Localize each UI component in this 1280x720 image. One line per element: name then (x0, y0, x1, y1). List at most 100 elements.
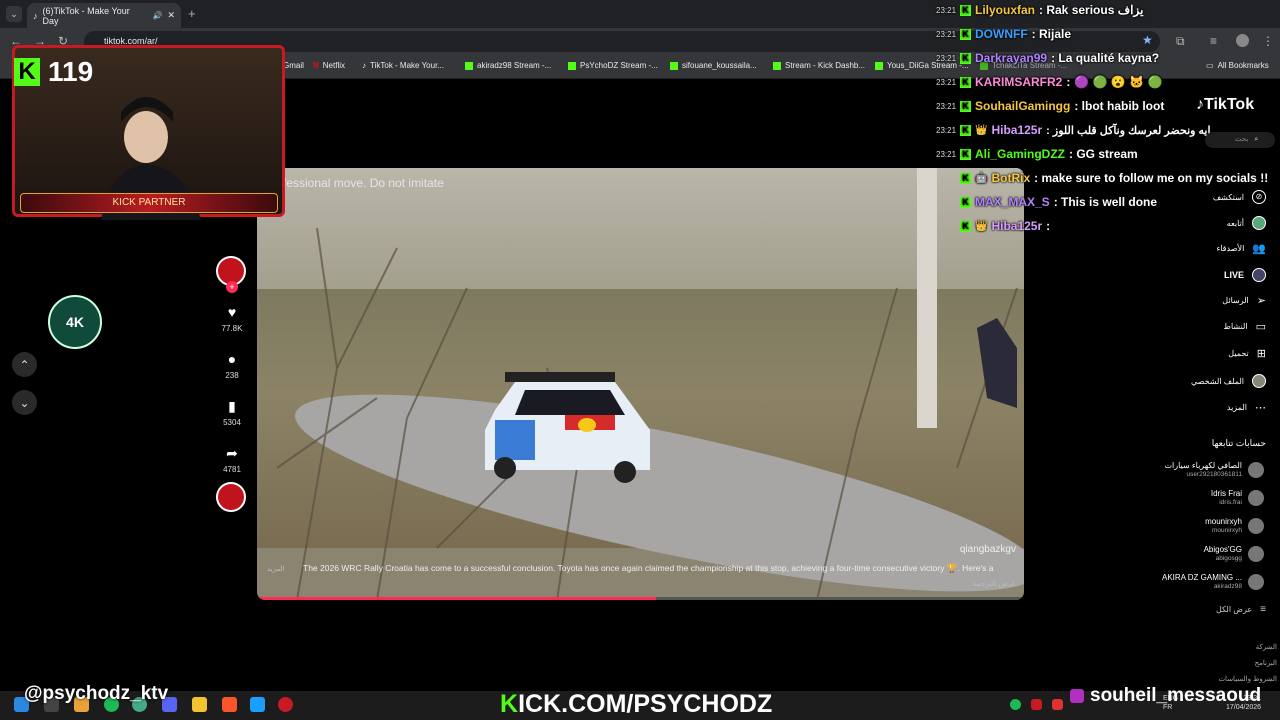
kick-badge-icon: K (960, 76, 971, 88)
chat-text: : Rijale (1031, 27, 1072, 41)
video-player[interactable]: fessional move. Do not imitate qiangbazk… (257, 168, 1024, 600)
sidebar-item-more[interactable]: المزيد ⋯ (1227, 401, 1266, 414)
file-explorer-icon[interactable] (192, 697, 207, 712)
following-account[interactable]: mounirxyh mounirxyh (1205, 517, 1264, 534)
media-icon[interactable]: ≡ (1210, 34, 1217, 48)
account-handle: idris.frai (1219, 499, 1242, 506)
chat-username: MAX_MAX_S (975, 195, 1050, 209)
footer-link[interactable]: الشروط والسياسات (1218, 675, 1277, 683)
chat-text: : lbot habib loot (1074, 99, 1165, 113)
kick-logo-icon: K (14, 58, 40, 86)
see-all-button[interactable]: عرض الكل ≡ (1216, 604, 1266, 615)
chat-username: Hiba125r (991, 219, 1043, 233)
following-account[interactable]: AKIRA DZ GAMING ... akiradz98 (1162, 573, 1264, 590)
video-actions: + ♥ 77.8K ● 238 ▮ 5304 ➦ 4781 (216, 256, 248, 512)
bookmark-kick-dashboard[interactable]: Stream - Kick Dashb... (773, 61, 865, 70)
bookmark-sifouane[interactable]: sifouane_koussaila... (670, 61, 757, 70)
avatar (1248, 489, 1264, 506)
save-button[interactable]: ▮ 5304 (216, 398, 248, 427)
bookmark-star-icon[interactable]: ★ (1142, 33, 1153, 47)
bookmark-label: Gmail (283, 61, 304, 70)
photos-icon[interactable] (250, 697, 265, 712)
chat-time: 23:21 (936, 101, 957, 111)
following-account[interactable]: Idris Frai idris.frai (1211, 489, 1264, 506)
sidebar-item-friends[interactable]: الأصدقاء 👥 (1216, 242, 1266, 255)
chat-message: 23:21 K 👑 Hiba125r: ايه ونحضر لعرسك ونآكل ق… (936, 123, 1211, 137)
chat-message: K MAX_MAX_S: This is well done (936, 195, 1157, 209)
sidebar-item-activity[interactable]: النشاط ▭ (1224, 320, 1266, 333)
obs-icon[interactable] (278, 697, 293, 712)
tab-close-icon[interactable]: ✕ (167, 10, 175, 21)
activity-icon: ▭ (1255, 321, 1266, 333)
chat-message: 23:21 K Lilyouxfan: Rak serious يزاف (936, 3, 1143, 17)
all-bookmarks[interactable]: ▭ All Bookmarks (1206, 61, 1269, 70)
sidebar-item-messages[interactable]: الرسائل ➢ (1222, 294, 1266, 307)
footer-link[interactable]: البرنامج (1255, 659, 1277, 667)
tiktok-brand-text: TikTok (1204, 96, 1255, 113)
account-handle: mounirxyh (1212, 527, 1242, 534)
following-icon (1252, 216, 1266, 230)
comment-button[interactable]: ● 238 (216, 351, 248, 380)
creator-avatar[interactable]: + (216, 256, 246, 293)
sidebar-item-label: المزيد (1226, 403, 1247, 412)
sidebar-item-label: النشاط (1223, 322, 1248, 331)
bookmark-akiradz98[interactable]: akiradz98 Stream -... (465, 61, 551, 70)
share-button[interactable]: ➦ 4781 (216, 445, 248, 474)
sidebar-item-label: الملف الشخصي (1190, 376, 1244, 386)
tray-mic-icon[interactable] (1052, 699, 1063, 710)
avatar (1248, 461, 1264, 478)
tray-spotify-icon[interactable] (1010, 699, 1021, 710)
chat-text: : make sure to follow me on my socials !… (1034, 171, 1269, 185)
see-all-label: عرض الكل (1215, 605, 1253, 614)
4k-streamers-logo: 4K (48, 295, 102, 349)
search-input[interactable]: بحث ⌕ (1205, 132, 1275, 148)
translate-link[interactable]: عرض الترجمة (972, 579, 1016, 588)
sidebar-item-explore[interactable]: استكشف ⊘ (1213, 190, 1266, 204)
brave-icon[interactable] (222, 697, 237, 712)
previous-video-button[interactable]: ⌃ (12, 352, 37, 377)
following-account[interactable]: Abigos'GG abigosgg (1204, 545, 1264, 562)
sidebar-item-live[interactable]: LIVE (1224, 268, 1266, 282)
chat-username: Lilyouxfan (975, 3, 1036, 17)
account-handle: user292180361811 (1186, 471, 1242, 478)
sound-avatar[interactable] (216, 482, 246, 512)
chat-message: K 🤖 BotRix: make sure to follow me on my s… (936, 171, 1268, 185)
chat-text: : La qualité kayna? (1051, 51, 1160, 65)
tiktok-logo[interactable]: ♪TikTok (1196, 96, 1254, 114)
footer-link[interactable]: الشركة (1256, 643, 1277, 651)
extensions-icon[interactable]: ⧉ (1176, 34, 1185, 49)
new-tab-button[interactable]: + (188, 6, 196, 21)
save-count: 5304 (223, 418, 241, 427)
like-button[interactable]: ♥ 77.8K (216, 304, 248, 333)
kick-icon (465, 61, 473, 70)
chat-time: 23:21 (936, 149, 957, 159)
chat-message: 23:21 K DOWNFF: Rijale (936, 27, 1071, 41)
tab-search-button[interactable]: ⌄ (6, 6, 22, 22)
chat-message: 23:21 K SouhailGamingg: lbot habib loot (936, 99, 1164, 113)
chat-username: KARIMSARFR2 (975, 75, 1063, 89)
browser-tab[interactable]: ♪ (6)TikTok - Make Your Day 🔊 ✕ (27, 3, 181, 28)
sidebar-item-upload[interactable]: تحميل ⊞ (1228, 347, 1266, 360)
sidebar-item-following[interactable]: أتابعه (1227, 216, 1266, 230)
sidebar-item-profile[interactable]: الملف الشخصي (1191, 374, 1266, 388)
chat-time: 23:21 (936, 77, 957, 87)
video-progress-bar[interactable] (257, 597, 1024, 600)
streamer-name-tag: souheil_messaoud (1070, 685, 1261, 707)
bookmark-netflix[interactable]: N Netflix (313, 61, 345, 70)
chat-username: Hiba125r (991, 123, 1043, 137)
bookmark-gmail[interactable]: Gmail (283, 61, 304, 70)
bookmark-tiktok[interactable]: ♪ TikTok - Make Your... (362, 61, 444, 70)
crown-badge-icon: 👑 (975, 220, 988, 232)
follow-plus-icon[interactable]: + (226, 281, 238, 293)
next-video-button[interactable]: ⌄ (12, 390, 37, 415)
profile-avatar-icon[interactable] (1236, 34, 1249, 47)
tray-app-icon[interactable] (1031, 699, 1042, 710)
caption-more-link[interactable]: المزيد (267, 565, 285, 573)
bookmark-psychodz[interactable]: PsYchoDZ Stream -... (568, 61, 658, 70)
following-account[interactable]: الصافي لكهرباء سيارات user292180361811 (1164, 461, 1264, 478)
browser-menu-icon[interactable]: ⋮ (1262, 34, 1274, 48)
account-name: AKIRA DZ GAMING ... (1161, 573, 1242, 582)
search-placeholder: بحث (1235, 136, 1249, 143)
kick-url-k: K (500, 690, 519, 718)
crown-badge-icon: 👑 (975, 124, 988, 136)
